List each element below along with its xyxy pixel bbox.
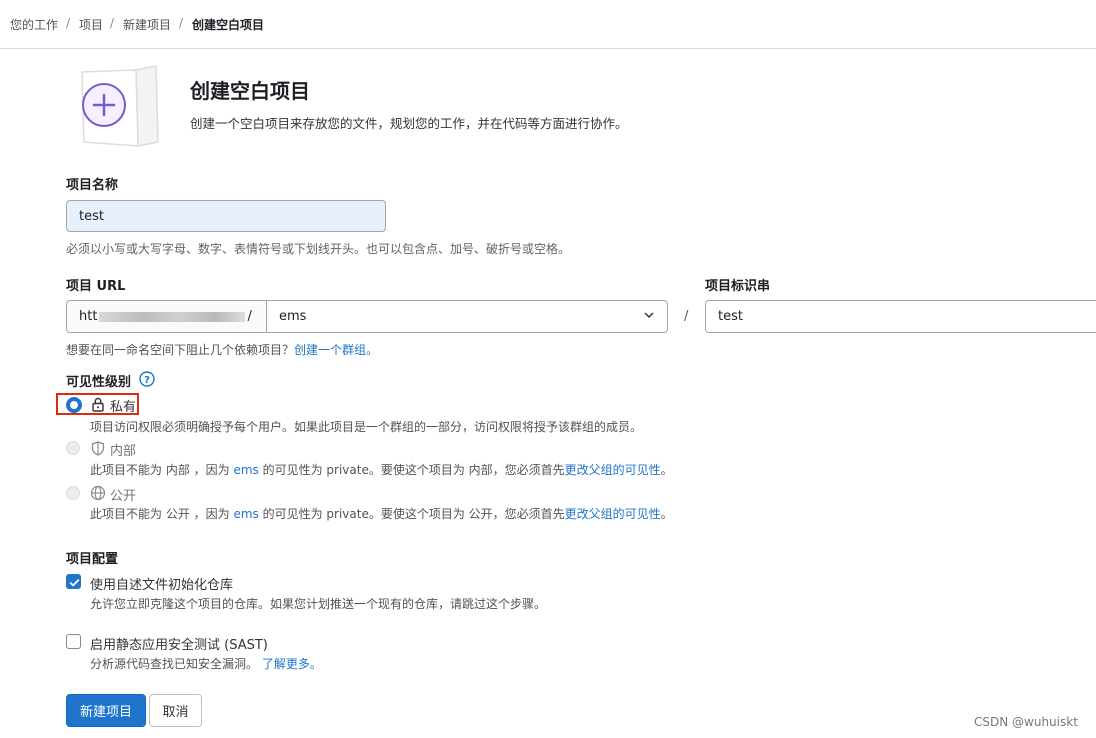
visibility-internal-label: 内部 xyxy=(110,444,137,459)
change-parent-visibility-link[interactable]: 更改父组的可见性 xyxy=(565,507,661,521)
desc-text: 的可见性为 private。要使这个项目为 内部，您必须首先 xyxy=(258,463,565,477)
question-circle-icon[interactable]: ? xyxy=(139,371,155,387)
project-name-value: test xyxy=(79,208,104,224)
project-name-input[interactable]: test xyxy=(66,200,386,232)
ems-link[interactable]: ems xyxy=(233,463,258,477)
breadcrumb-your-work[interactable]: 您的工作 xyxy=(10,16,58,33)
namespace-value: ems xyxy=(279,309,307,324)
visibility-private-desc: 项目访问权限必须明确授予每个用户。如果此项目是一个群组的一部分，访问权限将授予该… xyxy=(90,420,643,434)
sast-checkbox[interactable] xyxy=(66,634,81,649)
visibility-private-radio[interactable] xyxy=(66,397,82,413)
cancel-button[interactable]: 取消 xyxy=(149,694,202,727)
group-hint-text: 想要在同一命名空间下阻止几个依赖项目？ xyxy=(66,343,295,357)
shield-icon xyxy=(91,441,105,456)
project-config-label: 项目配置 xyxy=(66,552,119,567)
url-prefix-text: htt xyxy=(79,309,98,324)
readme-checkbox[interactable] xyxy=(66,574,81,589)
visibility-private-label[interactable]: 私有 xyxy=(110,396,136,415)
blurred-host xyxy=(99,311,246,322)
change-parent-visibility-link[interactable]: 更改父组的可见性 xyxy=(565,463,661,477)
visibility-public-radio[interactable] xyxy=(66,486,80,500)
check-icon xyxy=(69,578,80,587)
project-slug-label: 项目标识串 xyxy=(705,279,771,294)
breadcrumb-separator: / xyxy=(179,16,184,30)
project-name-label: 项目名称 xyxy=(66,178,119,193)
breadcrumb: 您的工作 / 项目 / 新建项目 / 创建空白项目 xyxy=(0,0,1096,49)
breadcrumb-separator: / xyxy=(110,16,115,30)
url-prefix-end: / xyxy=(247,309,252,324)
group-hint: 想要在同一命名空间下阻止几个依赖项目？创建一个群组。 xyxy=(66,341,378,358)
breadcrumb-separator: / xyxy=(66,16,71,30)
plus-document-icon xyxy=(74,64,166,148)
sast-desc: 分析源代码查找已知安全漏洞。 了解更多。 xyxy=(90,655,322,672)
project-slug-input[interactable]: test xyxy=(705,300,1096,333)
breadcrumb-projects[interactable]: 项目 xyxy=(79,16,103,33)
breadcrumb-new-project[interactable]: 新建项目 xyxy=(123,16,171,33)
desc-text: 。 xyxy=(660,507,673,521)
lock-icon xyxy=(91,397,105,412)
namespace-select[interactable]: ems xyxy=(266,300,668,333)
project-url-prefix: htt / xyxy=(66,300,267,333)
create-project-button[interactable]: 新建项目 xyxy=(66,694,146,727)
project-slug-value: test xyxy=(718,309,743,324)
svg-text:?: ? xyxy=(144,375,150,386)
ems-link[interactable]: ems xyxy=(233,507,258,521)
desc-text: 的可见性为 private。要使这个项目为 公开，您必须首先 xyxy=(258,507,565,521)
page-description: 创建一个空白项目来存放您的文件，规划您的工作，并在代码等方面进行协作。 xyxy=(190,116,628,131)
sast-desc-text: 分析源代码查找已知安全漏洞。 xyxy=(90,657,259,671)
create-group-link[interactable]: 创建一个群组。 xyxy=(294,343,378,357)
readme-label[interactable]: 使用自述文件初始化仓库 xyxy=(90,574,233,593)
sast-label[interactable]: 启用静态应用安全测试 (SAST) xyxy=(90,634,268,653)
globe-icon xyxy=(90,485,106,501)
learn-more-link[interactable]: 了解更多。 xyxy=(262,657,322,671)
project-url-label: 项目 URL xyxy=(66,279,126,294)
chevron-down-icon xyxy=(643,309,655,325)
watermark: CSDN @wuhuiskt xyxy=(974,715,1078,729)
visibility-label: 可见性级别 xyxy=(66,375,132,390)
breadcrumb-current: 创建空白项目 xyxy=(192,18,265,32)
visibility-public-label: 公开 xyxy=(110,489,137,504)
desc-text: 。 xyxy=(660,463,673,477)
desc-text: 此项目不能为 内部 ，因为 xyxy=(90,463,234,477)
desc-text: 此项目不能为 公开 ，因为 xyxy=(90,507,234,521)
visibility-internal-desc: 此项目不能为 内部 ，因为 ems 的可见性为 private。要使这个项目为 … xyxy=(90,461,673,478)
page-title: 创建空白项目 xyxy=(190,79,310,103)
url-slash: / xyxy=(684,309,689,324)
visibility-internal-radio[interactable] xyxy=(66,441,80,455)
project-name-help: 必须以小写或大写字母、数字、表情符号或下划线开头。也可以包含点、加号、破折号或空… xyxy=(66,242,571,256)
readme-desc: 允许您立即克隆这个项目的仓库。如果您计划推送一个现有的仓库，请跳过这个步骤。 xyxy=(90,597,547,611)
visibility-public-desc: 此项目不能为 公开 ，因为 ems 的可见性为 private。要使这个项目为 … xyxy=(90,505,673,522)
